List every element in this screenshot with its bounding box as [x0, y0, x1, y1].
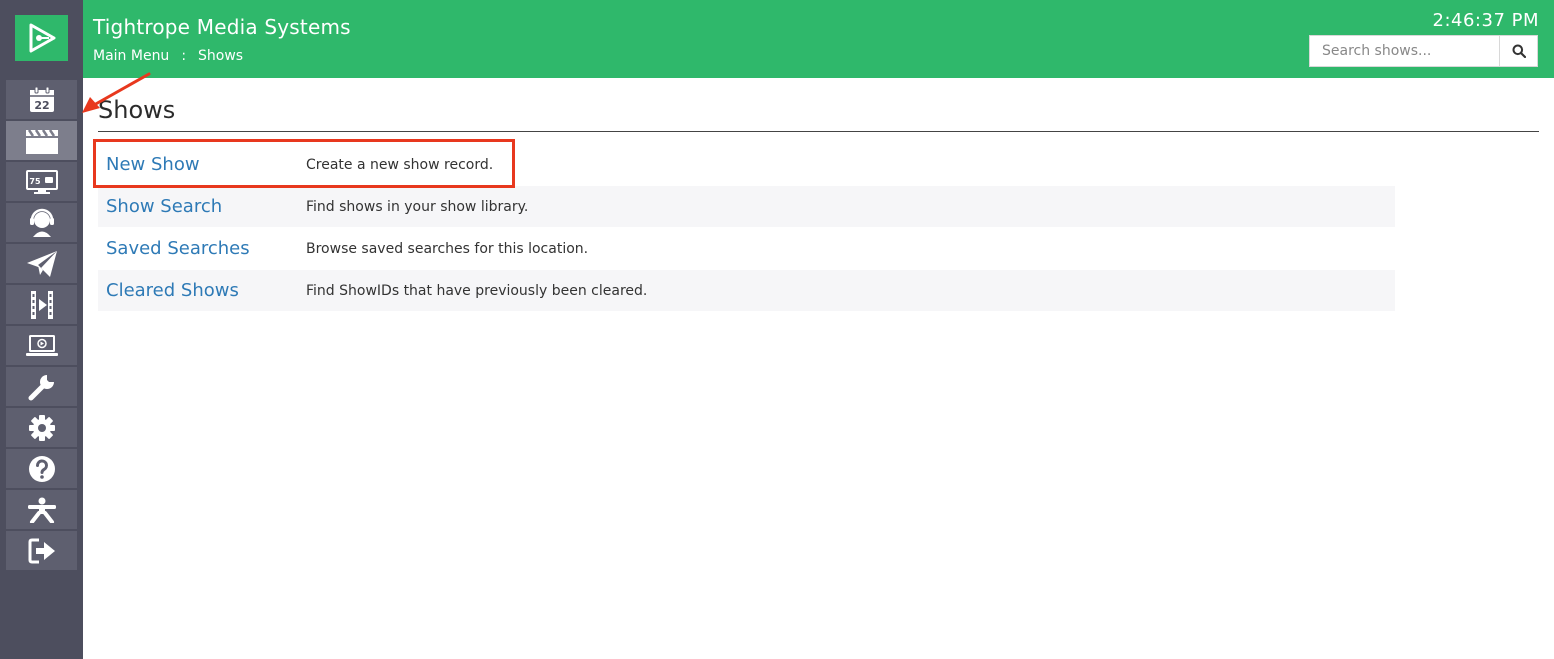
search-icon [1512, 44, 1526, 58]
breadcrumb: Main Menu: Shows [93, 48, 243, 64]
title-divider [98, 131, 1539, 132]
shows-menu-list: New Show Create a new show record. Show … [98, 144, 1395, 312]
app-title: Tightrope Media Systems [93, 15, 351, 39]
sidebar-item-settings[interactable] [6, 408, 77, 447]
wrench-icon [28, 374, 54, 400]
saved-searches-link[interactable]: Saved Searches [98, 238, 306, 259]
breadcrumb-main-menu[interactable]: Main Menu [93, 48, 169, 64]
sidebar-nav: 22 75 [6, 80, 77, 572]
person-icon [27, 497, 56, 523]
sidebar-item-calendar[interactable]: 22 [6, 80, 77, 119]
sidebar-item-logout[interactable] [6, 531, 77, 570]
sidebar-item-support[interactable] [6, 203, 77, 242]
sign-out-icon [28, 538, 55, 563]
sidebar-item-media[interactable] [6, 285, 77, 324]
display-badge-text: 75 [29, 177, 41, 186]
breadcrumb-shows: Shows [198, 48, 244, 64]
show-search-link[interactable]: Show Search [98, 196, 306, 217]
header-bar: Tightrope Media Systems Main Menu: Shows … [83, 0, 1554, 78]
show-search-description: Find shows in your show library. [306, 198, 529, 215]
sidebar-item-display[interactable]: 75 [6, 162, 77, 201]
sidebar-item-help[interactable] [6, 449, 77, 488]
calendar-icon: 22 [29, 86, 54, 112]
gear-icon [28, 414, 55, 441]
film-play-icon [30, 290, 53, 319]
menu-row-new-show: New Show Create a new show record. [98, 144, 1395, 185]
headset-user-icon [29, 208, 54, 237]
paper-plane-icon [26, 250, 57, 277]
search-button[interactable] [1499, 36, 1537, 66]
saved-searches-description: Browse saved searches for this location. [306, 240, 589, 257]
sidebar-item-tools[interactable] [6, 367, 77, 406]
sidebar: 22 75 [0, 0, 83, 659]
laptop-play-icon [25, 334, 58, 356]
cleared-shows-description: Find ShowIDs that have previously been c… [306, 282, 648, 299]
clapperboard-icon [25, 128, 58, 154]
search-input[interactable] [1310, 36, 1499, 66]
menu-row-saved-searches: Saved Searches Browse saved searches for… [98, 228, 1395, 269]
page-title: Shows [98, 96, 176, 124]
clock: 2:46:37 PM [1432, 10, 1539, 31]
display-icon: 75 [25, 169, 58, 194]
cleared-shows-link[interactable]: Cleared Shows [98, 280, 306, 301]
help-icon [28, 455, 55, 482]
sidebar-item-player[interactable] [6, 326, 77, 365]
play-logo-icon [29, 23, 55, 53]
new-show-description: Create a new show record. [306, 156, 494, 173]
breadcrumb-separator: : [181, 48, 187, 64]
menu-row-cleared-shows: Cleared Shows Find ShowIDs that have pre… [98, 270, 1395, 311]
new-show-link[interactable]: New Show [98, 154, 306, 175]
app-logo[interactable] [15, 15, 68, 61]
search-box [1309, 35, 1538, 67]
sidebar-item-profile[interactable] [6, 490, 77, 529]
sidebar-item-shows[interactable] [6, 121, 77, 160]
calendar-day-text: 22 [34, 99, 49, 112]
sidebar-item-send[interactable] [6, 244, 77, 283]
menu-row-show-search: Show Search Find shows in your show libr… [98, 186, 1395, 227]
